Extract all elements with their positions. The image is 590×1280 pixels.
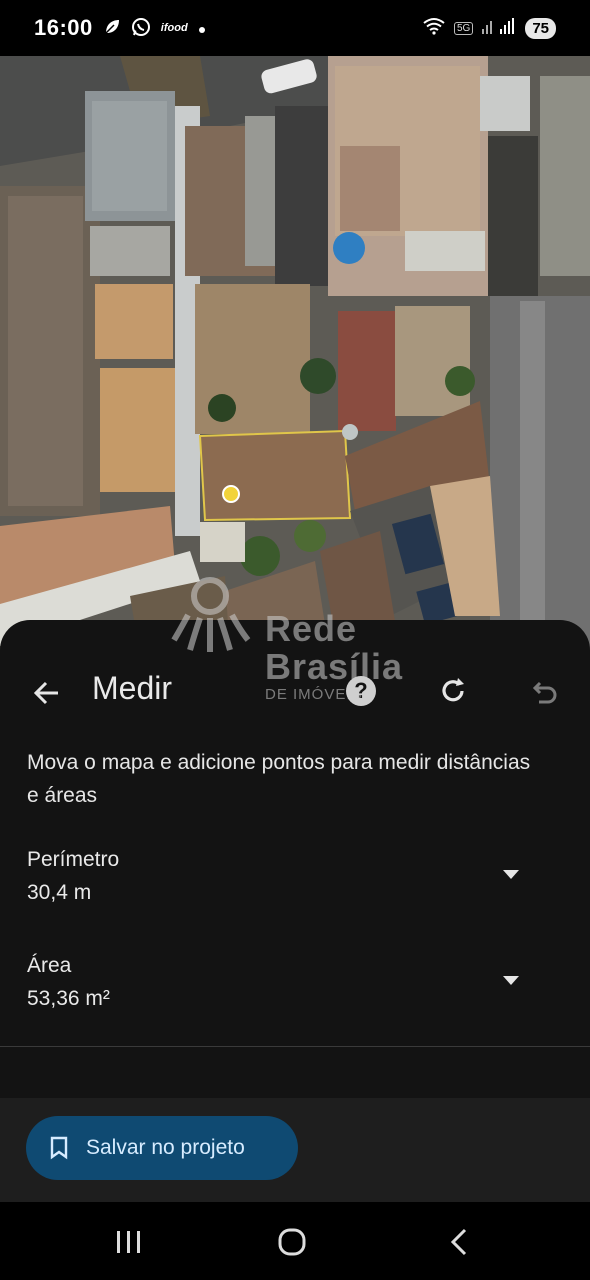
- divider: [0, 1046, 590, 1047]
- satellite-map[interactable]: [0, 56, 590, 656]
- signal-icon: [481, 17, 517, 40]
- dot-icon: [198, 19, 206, 37]
- navigation-bar: [0, 1202, 590, 1280]
- watermark-octopus-icon: [171, 577, 251, 652]
- perimeter-value: 30,4 m: [27, 881, 92, 904]
- watermark-line-2: Brasília: [265, 646, 404, 687]
- status-bar: 16:00 ifood 5G 75: [0, 0, 590, 56]
- undo-icon[interactable]: [527, 676, 561, 710]
- leaf-icon: [103, 18, 121, 39]
- save-to-project-button[interactable]: Salvar no projeto: [26, 1116, 298, 1180]
- network-type: 5G: [453, 21, 474, 35]
- back-arrow-icon[interactable]: [30, 676, 64, 710]
- bookmark-icon: [50, 1136, 68, 1160]
- battery-indicator: 75: [525, 17, 556, 39]
- status-right: 5G 75: [422, 17, 556, 40]
- status-time: 16:00: [34, 15, 93, 40]
- ifood-icon: ifood: [160, 22, 188, 34]
- watermark-logo: Rede Brasília DE IMÓVEIS: [170, 570, 430, 710]
- area-value: 53,36 m²: [27, 987, 110, 1010]
- home-icon[interactable]: [278, 1228, 306, 1256]
- page-title: Medir: [92, 670, 173, 706]
- perimeter-label: Perímetro: [27, 848, 120, 871]
- watermark-line-3: DE IMÓVEIS: [265, 686, 363, 703]
- wifi-icon: [422, 17, 446, 40]
- chevron-down-icon[interactable]: [503, 870, 519, 879]
- back-icon[interactable]: [448, 1228, 470, 1256]
- map-imagery: [0, 56, 590, 656]
- status-left: 16:00 ifood: [34, 15, 206, 41]
- area-label: Área: [27, 954, 72, 977]
- perimeter-row[interactable]: Perímetro 30,4 m: [27, 844, 563, 910]
- chevron-down-icon[interactable]: [503, 976, 519, 985]
- recent-apps-icon[interactable]: [112, 1230, 146, 1254]
- refresh-icon[interactable]: [436, 674, 470, 708]
- instructions-text: Mova o mapa e adicione pontos para medir…: [27, 751, 531, 807]
- whatsapp-icon: [131, 17, 151, 40]
- save-button-label: Salvar no projeto: [86, 1136, 245, 1159]
- area-row[interactable]: Área 53,36 m²: [27, 950, 563, 1016]
- watermark-line-1: Rede: [265, 608, 358, 649]
